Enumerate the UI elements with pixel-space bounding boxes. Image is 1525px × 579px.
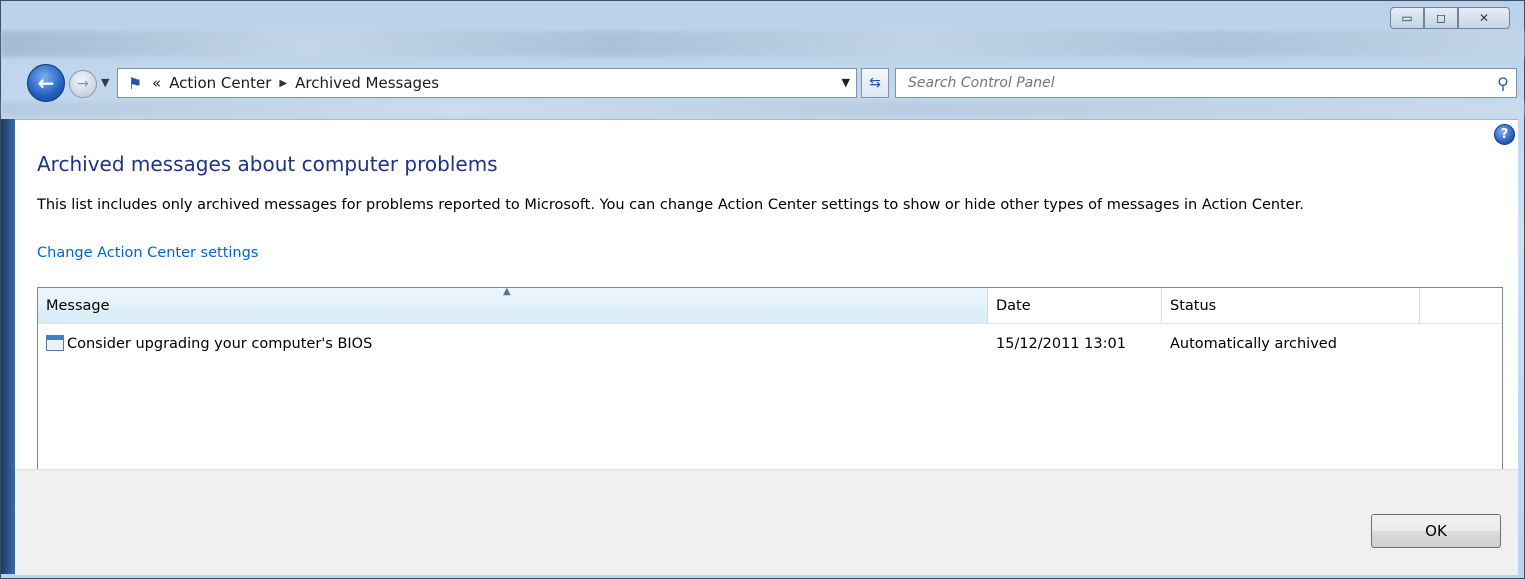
column-header-message[interactable]: ▲ Message: [38, 286, 988, 323]
refresh-button[interactable]: ⇆: [861, 68, 889, 98]
search-icon[interactable]: ⚲: [1490, 74, 1516, 93]
chevron-down-icon: ▼: [101, 76, 110, 89]
breadcrumb-overflow[interactable]: «: [152, 74, 161, 92]
ok-button[interactable]: OK: [1371, 514, 1501, 548]
minimize-icon: ▭: [1401, 11, 1413, 25]
forward-arrow-icon: →: [77, 76, 89, 92]
search-box: ⚲: [895, 68, 1517, 98]
column-header-date[interactable]: Date: [988, 288, 1162, 323]
column-header-status[interactable]: Status: [1162, 288, 1420, 323]
page-description: This list includes only archived message…: [37, 197, 1304, 213]
message-window-icon: [46, 335, 64, 351]
sort-ascending-icon: ▲: [503, 286, 511, 297]
action-center-flag-icon: ⚑: [127, 73, 143, 93]
forward-button[interactable]: →: [69, 70, 97, 98]
dialog-footer: OK: [15, 469, 1518, 575]
maximize-button[interactable]: ◻: [1424, 7, 1458, 29]
back-arrow-icon: ←: [37, 71, 55, 95]
maximize-icon: ◻: [1436, 11, 1446, 25]
back-button[interactable]: ←: [27, 64, 65, 102]
close-button[interactable]: ✕: [1458, 7, 1510, 29]
column-header-label: Date: [996, 297, 1031, 314]
navigation-bar: ← → ▼ ⚑ « Action Center ▶ Archived Messa…: [27, 64, 1517, 104]
search-input[interactable]: [906, 69, 1490, 97]
message-text: Consider upgrading your computer's BIOS: [67, 336, 373, 352]
window-left-edge: [1, 119, 15, 574]
minimize-button[interactable]: ▭: [1390, 7, 1424, 29]
caption-buttons: ▭ ◻ ✕: [1390, 7, 1510, 29]
address-bar[interactable]: ⚑ « Action Center ▶ Archived Messages ▼: [117, 68, 857, 98]
message-cell: Consider upgrading your computer's BIOS: [38, 335, 988, 352]
table-row[interactable]: Consider upgrading your computer's BIOS …: [38, 332, 1502, 356]
recent-pages-dropdown[interactable]: ▼: [101, 76, 109, 89]
breadcrumb-action-center[interactable]: Action Center: [169, 74, 271, 92]
column-header-label: Message: [46, 297, 110, 314]
breadcrumb: « Action Center ▶ Archived Messages: [152, 74, 439, 92]
help-icon[interactable]: ?: [1494, 124, 1515, 145]
window: ▭ ◻ ✕ ← → ▼ ⚑ « Action Center ▶ Archived…: [0, 0, 1525, 579]
background-blur: [1, 31, 1525, 57]
status-cell: Automatically archived: [1170, 336, 1337, 352]
breadcrumb-separator-icon[interactable]: ▶: [279, 78, 287, 89]
close-icon: ✕: [1478, 11, 1490, 25]
column-header-label: Status: [1170, 297, 1217, 314]
refresh-icon: ⇆: [869, 75, 881, 91]
list-header: ▲ Message Date Status: [38, 286, 1502, 324]
address-dropdown-icon[interactable]: ▼: [842, 76, 850, 89]
content-pane: ? Archived messages about computer probl…: [15, 119, 1518, 477]
messages-list[interactable]: ▲ Message Date Status Consider upgrading…: [37, 286, 1503, 477]
date-cell: 15/12/2011 13:01: [996, 336, 1126, 352]
column-header-filler: [1420, 288, 1502, 323]
breadcrumb-archived-messages[interactable]: Archived Messages: [295, 74, 439, 92]
page-title: Archived messages about computer problem…: [37, 152, 498, 176]
change-settings-link[interactable]: Change Action Center settings: [37, 245, 258, 261]
